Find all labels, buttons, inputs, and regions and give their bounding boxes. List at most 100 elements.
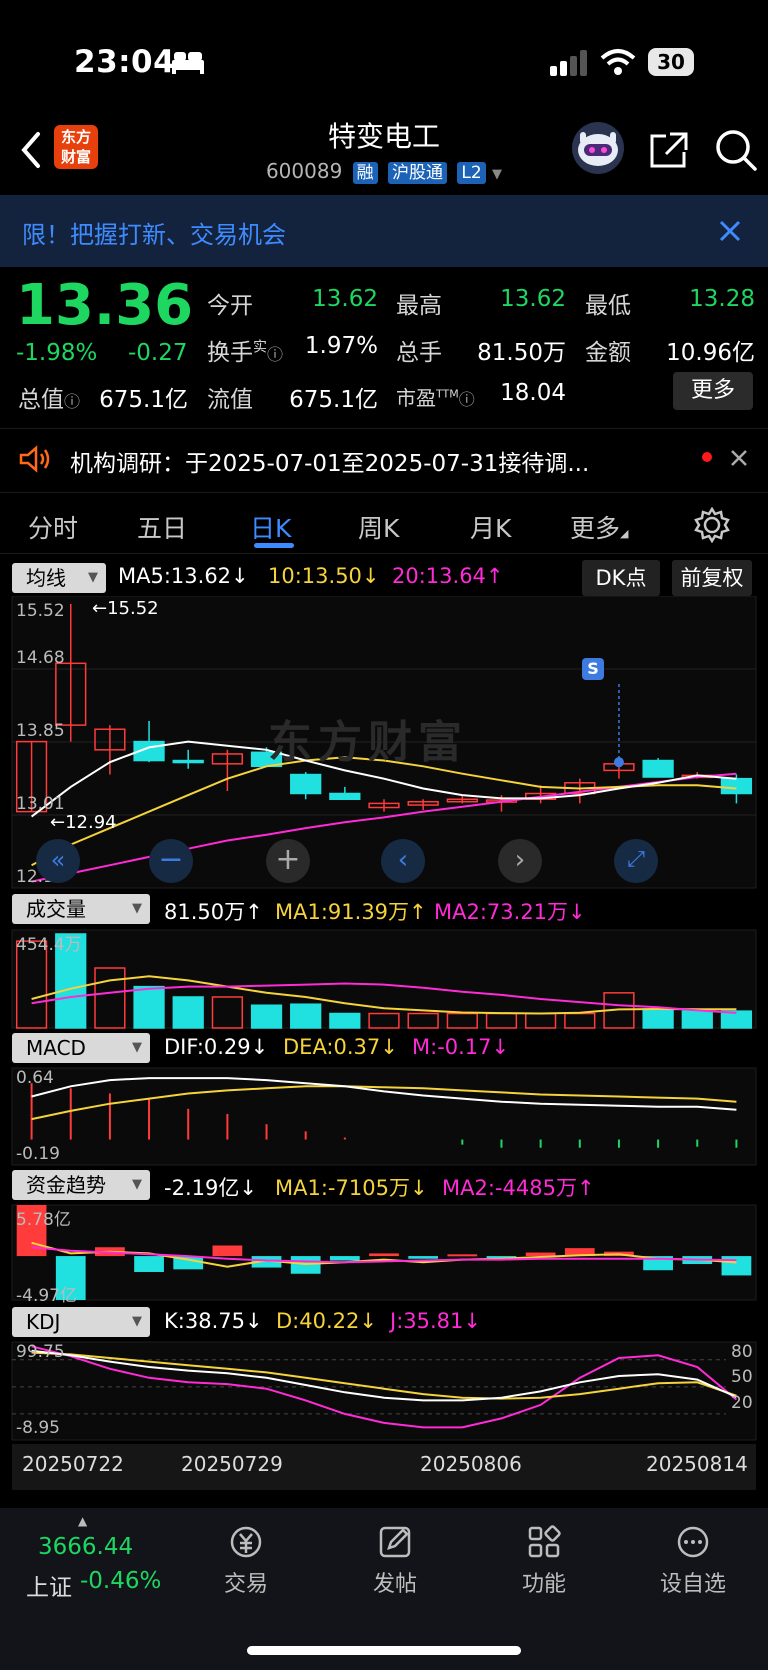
bed-icon: [172, 52, 204, 74]
price-axis-3: 13.85: [16, 721, 65, 741]
active-tab-indicator: [254, 543, 294, 548]
date-label-2: 20250729: [181, 1452, 283, 1476]
high-value: 13.62: [500, 286, 566, 312]
share-icon[interactable]: [648, 130, 690, 170]
turnover-value: 1.97%: [304, 333, 378, 359]
volume-bar: [133, 985, 165, 1029]
info-icon[interactable]: ⓘ: [64, 392, 80, 411]
tab-five-day[interactable]: 五日: [137, 509, 187, 545]
ma-selector[interactable]: 均线 ▼: [12, 563, 106, 593]
search-icon[interactable]: [714, 128, 758, 172]
volume-bar: [681, 1010, 713, 1029]
candle-body: [720, 777, 753, 795]
banner-text: 限！把握打新、交易机会: [22, 221, 286, 249]
kdj-axis-bottom: -8.95: [16, 1418, 60, 1438]
expand-index-icon[interactable]: ▲: [78, 1514, 87, 1528]
nav-trade[interactable]: 交易: [196, 1524, 296, 1598]
trade-icon: [230, 1526, 262, 1558]
grid-icon: [528, 1525, 561, 1558]
macd-axis-bottom: -0.19: [16, 1144, 60, 1164]
dropdown-icon: ▼: [132, 901, 142, 916]
price-axis-2: 14.68: [16, 648, 65, 668]
index-value[interactable]: 3666.44: [38, 1534, 133, 1560]
info-icon[interactable]: ⓘ: [459, 390, 475, 409]
open-value: 13.62: [312, 286, 378, 312]
scroll-left-icon[interactable]: ‹: [381, 839, 425, 883]
battery-indicator: 30: [648, 48, 694, 76]
dropdown-icon: ▼: [132, 1177, 142, 1192]
signal-dot: [613, 757, 624, 768]
index-name: 上证: [26, 1575, 72, 1601]
dropdown-icon: ▼: [88, 570, 98, 585]
fund-bar: [134, 1256, 164, 1272]
tag-level2: L2: [457, 161, 486, 184]
close-icon[interactable]: [718, 219, 742, 243]
zoom-out-icon[interactable]: −: [149, 839, 193, 883]
tag-connect: 沪股通: [388, 161, 448, 184]
macd-selector[interactable]: MACD ▼: [12, 1033, 150, 1063]
wifi-icon: [600, 49, 636, 75]
tab-monthly-k[interactable]: 月K: [470, 509, 511, 545]
kdj-level-50: 50: [731, 1367, 753, 1387]
volume-current: 81.50万↑: [164, 900, 263, 924]
volume-ma1: MA1:91.39万↑: [275, 900, 427, 924]
mcap-value: 675.1亿: [99, 387, 188, 413]
nav-watchlist[interactable]: 设自选: [643, 1524, 743, 1598]
fullscreen-icon[interactable]: ⤢: [614, 839, 658, 883]
nav-functions[interactable]: 功能: [494, 1524, 594, 1598]
date-label-1: 20250722: [22, 1452, 124, 1476]
status-bar: 23:04 30: [0, 0, 768, 120]
tab-more[interactable]: 更多◢: [570, 509, 628, 545]
kdj-selector[interactable]: KDJ ▼: [12, 1307, 150, 1337]
low-label: 最低: [585, 293, 631, 319]
volume-label: 总手: [396, 340, 442, 366]
fund-ma2: MA2:-4485万↑: [442, 1176, 595, 1200]
date-label-4: 20250814: [646, 1452, 748, 1476]
high-annotation: ←15.52: [92, 598, 159, 619]
scroll-right-icon[interactable]: ›: [498, 839, 542, 883]
speaker-icon: [19, 445, 50, 473]
volume-bar: [172, 996, 204, 1029]
tab-weekly-k[interactable]: 周K: [358, 509, 399, 545]
kdj-d: D:40.22↓: [276, 1309, 377, 1333]
tab-daily-k[interactable]: 日K: [250, 509, 291, 545]
notice-bar[interactable]: 机构调研：于2025-07-01至2025-07-31接待调...: [0, 428, 768, 489]
status-time: 23:04: [74, 44, 176, 80]
candle-body: [172, 759, 204, 764]
candle-body: [642, 759, 674, 778]
low-value: 13.28: [689, 286, 755, 312]
tab-intraday[interactable]: 分时: [28, 509, 78, 545]
ma10-value: 10:13.50↓: [268, 564, 380, 588]
volume-ma2: MA2:73.21万↓: [434, 900, 586, 924]
fund-trend-selector[interactable]: 资金趋势 ▼: [12, 1170, 150, 1200]
edit-icon: [379, 1526, 411, 1558]
volume-axis-top: 454.4万: [16, 935, 82, 955]
robot-assistant-icon[interactable]: [570, 120, 626, 176]
candle-body: [329, 792, 361, 801]
dropdown-icon: ▼: [492, 167, 503, 182]
high-label: 最高: [396, 293, 442, 319]
more-button[interactable]: 更多: [673, 372, 753, 410]
watermark: 东方财富: [268, 717, 468, 768]
dk-point-button[interactable]: DK点: [582, 560, 660, 596]
settings-icon[interactable]: [694, 507, 730, 543]
promo-banner[interactable]: 限！把握打新、交易机会: [0, 195, 768, 267]
adjust-button[interactable]: 前复权: [672, 560, 752, 596]
zoom-in-icon[interactable]: +: [266, 839, 310, 883]
close-notice-icon[interactable]: [730, 449, 748, 467]
info-icon[interactable]: ⓘ: [267, 345, 283, 364]
volume-value: 81.50万: [477, 340, 566, 366]
nav-post[interactable]: 发帖: [345, 1524, 445, 1598]
pe-value: 18.04: [500, 380, 566, 406]
stock-code: 600089: [265, 159, 343, 183]
volume-selector[interactable]: 成交量 ▼: [12, 894, 150, 924]
amount-label: 金额: [585, 340, 631, 366]
kdj-k: K:38.75↓: [164, 1309, 263, 1333]
open-label: 今开: [207, 293, 253, 319]
fund-value: -2.19亿↓: [164, 1176, 257, 1200]
sell-signal-marker[interactable]: S: [582, 658, 604, 680]
mcap-label: 总值ⓘ: [18, 387, 81, 413]
scroll-left-fast-icon[interactable]: «: [36, 839, 80, 883]
turnover-label: 换手实ⓘ: [207, 339, 284, 366]
date-label-3: 20250806: [420, 1452, 522, 1476]
